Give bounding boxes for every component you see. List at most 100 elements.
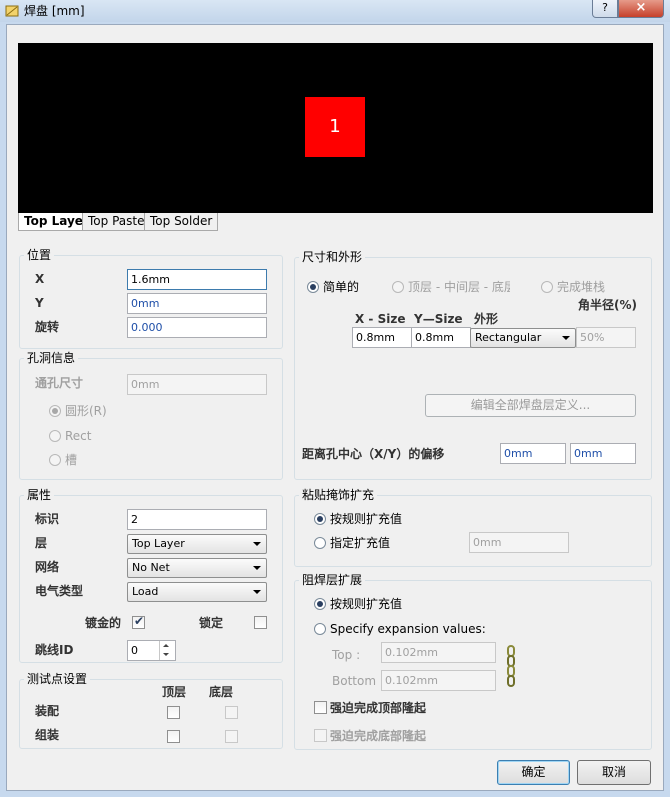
locked-checkbox[interactable] <box>254 616 267 629</box>
top-mid-bottom-radio[interactable] <box>392 281 404 293</box>
solder-specify-label: Specify expansion values: <box>330 622 486 636</box>
close-button[interactable]: × <box>618 0 664 18</box>
solder-bottom-label: Bottom : <box>332 674 384 688</box>
paste-mask-group <box>294 495 652 567</box>
solder-rule-radio[interactable] <box>314 598 326 610</box>
cancel-button[interactable]: 取消 <box>577 760 651 785</box>
force-bottom-label: 强迫完成底部隆起 <box>330 729 427 743</box>
chain-link-icon[interactable] <box>505 645 517 687</box>
locked-label: 锁定 <box>199 616 224 630</box>
force-top-checkbox[interactable] <box>314 701 327 714</box>
net-label: 网络 <box>35 560 60 574</box>
paste-mask-title: 粘贴掩饰扩充 <box>299 488 378 502</box>
electrical-type-value: Load <box>132 585 159 598</box>
tab-top-paste[interactable]: Top Paste <box>82 213 151 231</box>
plated-checkbox[interactable]: ✔ <box>132 614 145 629</box>
hole-round-label: 圆形(R) <box>65 404 107 418</box>
layer-select[interactable]: Top Layer <box>127 534 267 554</box>
full-stack-label: 完成堆栈 <box>557 280 606 294</box>
offset-label: 距离孔中心（X/Y）的偏移 <box>302 447 445 461</box>
chevron-down-icon <box>562 336 570 340</box>
testpoint-title: 测试点设置 <box>24 672 91 686</box>
ysize-label: Y—Size <box>414 312 463 326</box>
shape-label: 外形 <box>474 312 499 326</box>
layer-label: 层 <box>35 536 48 550</box>
ysize-input[interactable]: 0.8mm <box>411 327 471 348</box>
simple-radio[interactable] <box>307 281 319 293</box>
paste-rule-label: 按规则扩充值 <box>330 512 403 526</box>
jumper-label: 跳线ID <box>35 643 74 657</box>
rotation-input[interactable]: 0.000 <box>127 317 267 338</box>
hole-size-label: 通孔尺寸 <box>35 376 84 390</box>
hole-size-input[interactable]: 0mm <box>127 374 267 395</box>
jumper-spinner[interactable] <box>159 641 175 660</box>
window-title: 焊盘 [mm] <box>24 4 85 18</box>
force-bottom-checkbox[interactable] <box>314 729 327 742</box>
hole-round-radio[interactable] <box>49 405 61 417</box>
solder-top-label: Top : <box>332 648 361 662</box>
plated-label: 镀金的 <box>85 616 122 630</box>
solder-bottom-input[interactable]: 0.102mm <box>381 670 496 691</box>
shape-select[interactable]: Rectangular <box>470 328 576 348</box>
jumper-value: 0 <box>131 644 138 657</box>
designator-input[interactable]: 2 <box>127 509 267 530</box>
y-label: Y <box>35 296 44 310</box>
corner-radius-input[interactable]: 50% <box>576 327 636 348</box>
rotation-label: 旋转 <box>35 320 60 334</box>
hole-slot-label: 槽 <box>65 453 78 467</box>
ok-button[interactable]: 确定 <box>497 760 570 785</box>
simple-label: 简单的 <box>323 280 360 294</box>
pad-shape: 1 <box>305 97 365 157</box>
chevron-down-icon <box>253 590 261 594</box>
hole-title: 孔洞信息 <box>24 351 79 365</box>
help-button[interactable]: ? <box>592 0 618 18</box>
electrical-type-label: 电气类型 <box>35 584 84 598</box>
x-label: X <box>35 272 45 286</box>
xsize-label: X - Size <box>355 312 406 326</box>
testpoint-bottom-col: 底层 <box>209 685 234 699</box>
paste-value-input[interactable]: 0mm <box>469 532 569 553</box>
testpoint-top-col: 顶层 <box>162 685 187 699</box>
offset-y-input[interactable]: 0mm <box>570 443 636 464</box>
force-top-label: 强迫完成顶部隆起 <box>330 701 427 715</box>
pad-icon <box>5 5 19 17</box>
assy-label: 组装 <box>35 728 60 742</box>
chevron-down-icon <box>253 542 261 546</box>
paste-rule-radio[interactable] <box>314 513 326 525</box>
electrical-type-select[interactable]: Load <box>127 582 267 602</box>
designator-label: 标识 <box>35 512 60 526</box>
fab-top-checkbox[interactable] <box>167 706 180 719</box>
paste-specify-radio[interactable] <box>314 537 326 549</box>
net-select[interactable]: No Net <box>127 558 267 578</box>
size-shape-title: 尺寸和外形 <box>299 250 366 264</box>
chevron-down-icon <box>253 566 261 570</box>
properties-title: 属性 <box>24 488 55 502</box>
fab-bottom-checkbox[interactable] <box>225 706 238 719</box>
checkmark-icon: ✔ <box>134 614 145 628</box>
full-stack-radio[interactable] <box>541 281 553 293</box>
solder-mask-title: 阻焊层扩展 <box>299 573 366 587</box>
offset-x-input[interactable]: 0mm <box>500 443 566 464</box>
solder-top-input[interactable]: 0.102mm <box>381 642 496 663</box>
paste-specify-label: 指定扩充值 <box>330 536 391 550</box>
location-title: 位置 <box>24 248 55 262</box>
x-input[interactable]: 1.6mm <box>127 269 267 290</box>
edit-all-layers-button[interactable]: 编辑全部焊盘层定义... <box>425 394 636 417</box>
y-input[interactable]: 0mm <box>127 293 267 314</box>
solder-specify-radio[interactable] <box>314 623 326 635</box>
fab-label: 装配 <box>35 704 60 718</box>
assy-bottom-checkbox[interactable] <box>225 730 238 743</box>
tab-top-solder[interactable]: Top Solder <box>144 213 219 231</box>
assy-top-checkbox[interactable] <box>167 730 180 743</box>
xsize-input[interactable]: 0.8mm <box>352 327 412 348</box>
net-select-value: No Net <box>132 561 170 574</box>
hole-rect-label: Rect <box>65 429 92 443</box>
hole-rect-radio[interactable] <box>49 430 61 442</box>
top-mid-bottom-label: 顶层 - 中间层 - 底层 <box>408 280 510 294</box>
spin-down-icon <box>163 653 169 656</box>
hole-slot-radio[interactable] <box>49 454 61 466</box>
solder-rule-label: 按规则扩充值 <box>330 597 403 611</box>
spin-up-icon <box>163 644 169 647</box>
corner-radius-label: 角半径(%) <box>578 298 637 312</box>
shape-select-value: Rectangular <box>475 331 542 344</box>
